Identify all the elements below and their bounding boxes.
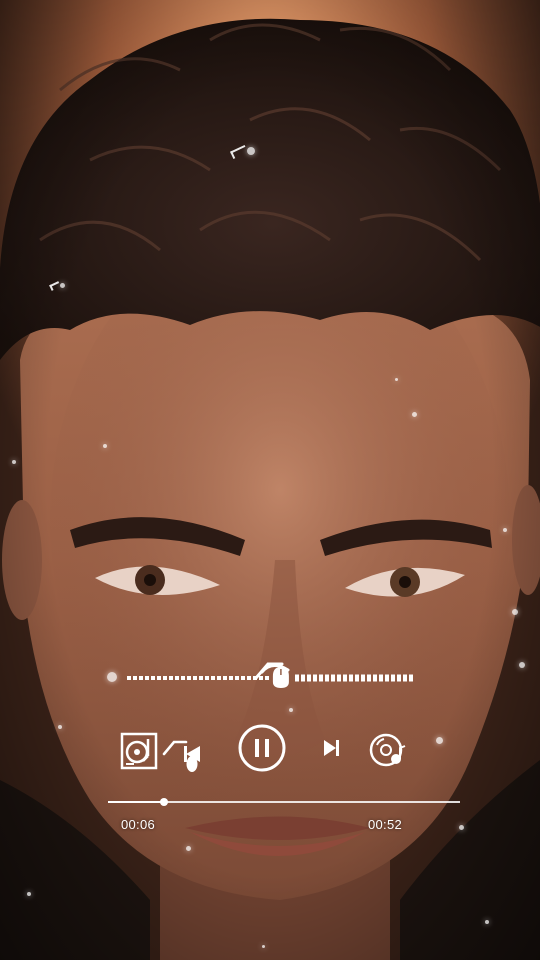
progress-knob[interactable] — [160, 798, 168, 806]
sparkle-particle — [459, 825, 464, 830]
skip-previous-icon[interactable] — [162, 740, 200, 772]
sparkle-particle — [395, 378, 398, 381]
waveform-bars — [127, 674, 413, 682]
playback-controls — [120, 724, 406, 772]
sparkle-particle — [512, 609, 518, 615]
music-player-screen: 00:06 00:52 — [0, 0, 540, 960]
waveform-scrubber[interactable] — [0, 640, 540, 720]
sparkle-particle — [186, 846, 191, 851]
waveform-position-knob[interactable] — [272, 667, 289, 688]
sparkle-particle — [485, 920, 489, 924]
total-duration: 00:52 — [368, 817, 403, 832]
background-portrait-image — [0, 0, 540, 960]
sparkle-particle — [503, 528, 507, 532]
sparkle-particle — [12, 460, 16, 464]
elapsed-time: 00:06 — [121, 817, 156, 832]
music-disc-icon[interactable] — [369, 733, 406, 767]
sparkle-particle — [412, 412, 417, 417]
skip-next-icon[interactable] — [324, 740, 339, 756]
pause-icon[interactable] — [238, 724, 286, 772]
playback-progress-bar[interactable] — [108, 794, 460, 812]
sparkle-particle — [103, 444, 107, 448]
sparkle-particle — [247, 147, 255, 155]
vinyl-turntable-icon[interactable] — [120, 732, 158, 770]
sparkle-particle — [27, 892, 31, 896]
sparkle-particle — [262, 945, 265, 948]
progress-fill — [108, 801, 164, 803]
